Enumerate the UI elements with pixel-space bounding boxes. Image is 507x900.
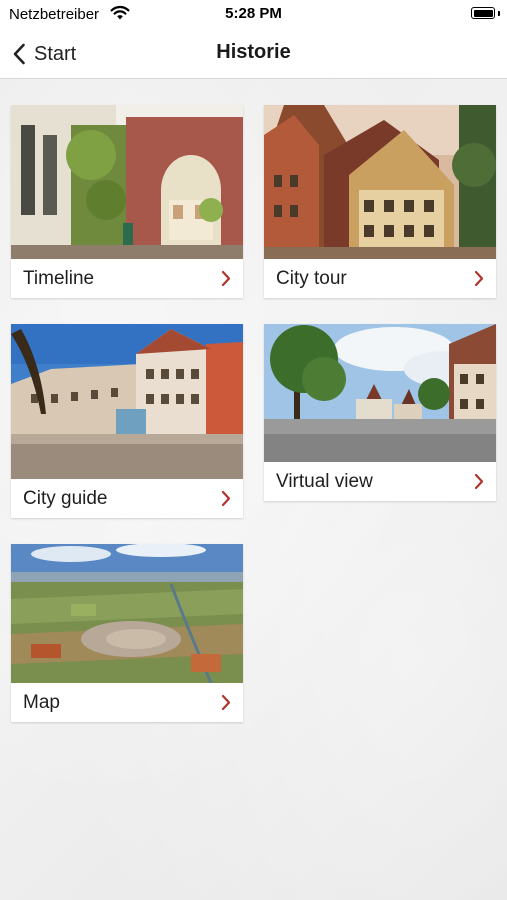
tile-virtual-view[interactable]: Virtual view <box>264 324 496 501</box>
half-timbered-houses-photo <box>264 105 496 259</box>
tile-label: Map <box>23 692 60 713</box>
battery-icon <box>471 7 495 19</box>
tile-label: City tour <box>276 268 347 289</box>
tile-footer: Timeline <box>11 259 243 298</box>
clock: 5:28 PM <box>225 5 282 22</box>
tile-footer: City guide <box>11 479 243 518</box>
status-bar: Netzbetreiber 5:28 PM <box>0 0 507 30</box>
chevron-right-icon <box>221 490 231 507</box>
battery-tip <box>498 11 500 16</box>
tile-timeline[interactable]: Timeline <box>11 105 243 298</box>
page-title: Historie <box>216 41 291 63</box>
tile-city-tour[interactable]: City tour <box>264 105 496 298</box>
tile-footer: Virtual view <box>264 462 496 501</box>
tile-label: Virtual view <box>276 471 373 492</box>
tile-footer: City tour <box>264 259 496 298</box>
tile-grid: Timeline City tour City guide Virtual vi… <box>0 79 507 900</box>
tile-label: Timeline <box>23 268 95 289</box>
tile-city-guide[interactable]: City guide <box>11 324 243 518</box>
tile-map[interactable]: Map <box>11 544 243 722</box>
chevron-right-icon <box>221 694 231 711</box>
old-town-gate-photo <box>11 105 243 259</box>
market-square-photo <box>264 324 496 462</box>
chevron-right-icon <box>474 270 484 287</box>
town-square-photo <box>11 324 243 479</box>
navigation-bar: Start Historie <box>0 30 507 79</box>
chevron-right-icon <box>221 270 231 287</box>
tile-label: City guide <box>23 488 108 509</box>
chevron-right-icon <box>474 473 484 490</box>
tile-footer: Map <box>11 683 243 722</box>
aerial-city-photo <box>11 544 243 683</box>
